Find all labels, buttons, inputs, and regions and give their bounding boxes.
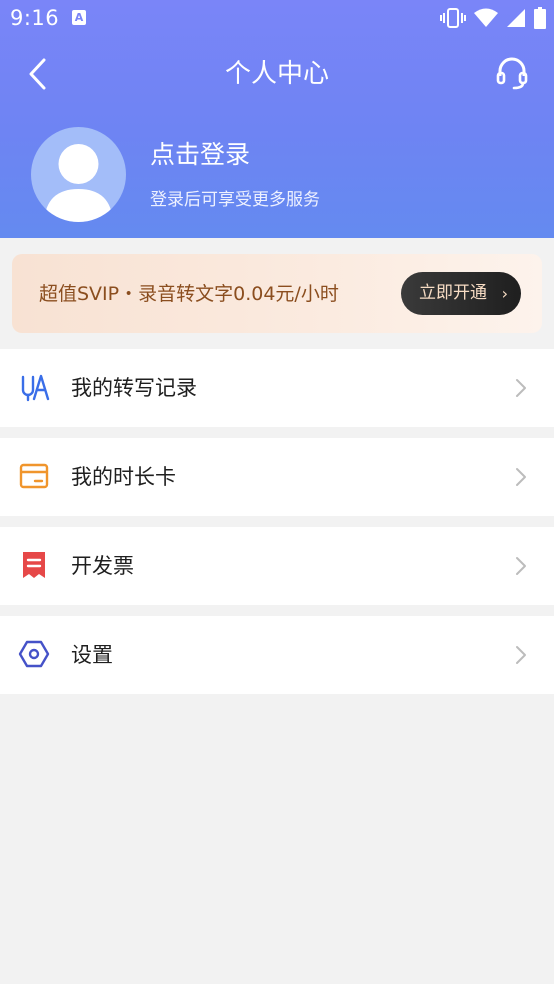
status-icons: [440, 7, 546, 29]
card-icon: [19, 463, 49, 489]
login-subtitle: 登录后可享受更多服务: [150, 190, 320, 210]
vibrate-icon: [440, 8, 466, 28]
transcript-icon: [21, 374, 50, 402]
menu-label: 设置: [71, 643, 113, 667]
login-title[interactable]: 点击登录: [150, 138, 250, 172]
chevron-right-icon: [516, 646, 526, 664]
headset-icon[interactable]: [496, 56, 528, 92]
status-time: 9:16: [10, 6, 60, 30]
vip-banner[interactable]: 超值SVIP・录音转文字0.04元/小时 立即开通 ›: [12, 254, 542, 333]
invoice-icon: [23, 552, 45, 578]
menu-item-invoice[interactable]: 开发票: [0, 527, 554, 605]
chevron-right-icon: ›: [501, 284, 508, 303]
chevron-right-icon: [516, 557, 526, 575]
chevron-right-icon: [516, 379, 526, 397]
settings-icon: [18, 640, 50, 668]
wifi-icon: [474, 8, 498, 27]
menu-label: 我的转写记录: [71, 376, 197, 400]
battery-icon: [534, 7, 546, 29]
page-title: 个人中心: [224, 59, 329, 89]
vip-promo-text: 超值SVIP・录音转文字0.04元/小时: [39, 283, 339, 305]
menu-label: 开发票: [71, 554, 134, 578]
menu-item-transcripts[interactable]: 我的转写记录: [0, 349, 554, 427]
avatar[interactable]: [31, 127, 126, 222]
status-bar: 9:16 A: [0, 0, 554, 36]
menu-label: 我的时长卡: [71, 465, 176, 489]
menu-item-time-card[interactable]: 我的时长卡: [0, 438, 554, 516]
header: 9:16 A 个人中心 点击登录 登录后可享受更多服务: [0, 0, 554, 238]
a-icon: A: [72, 10, 86, 25]
avatar-icon: [44, 144, 113, 222]
activate-vip-label: 立即开通: [419, 283, 487, 303]
chevron-right-icon: [516, 468, 526, 486]
menu-item-settings[interactable]: 设置: [0, 616, 554, 694]
activate-vip-button[interactable]: 立即开通 ›: [401, 272, 521, 315]
signal-icon: [507, 9, 525, 27]
